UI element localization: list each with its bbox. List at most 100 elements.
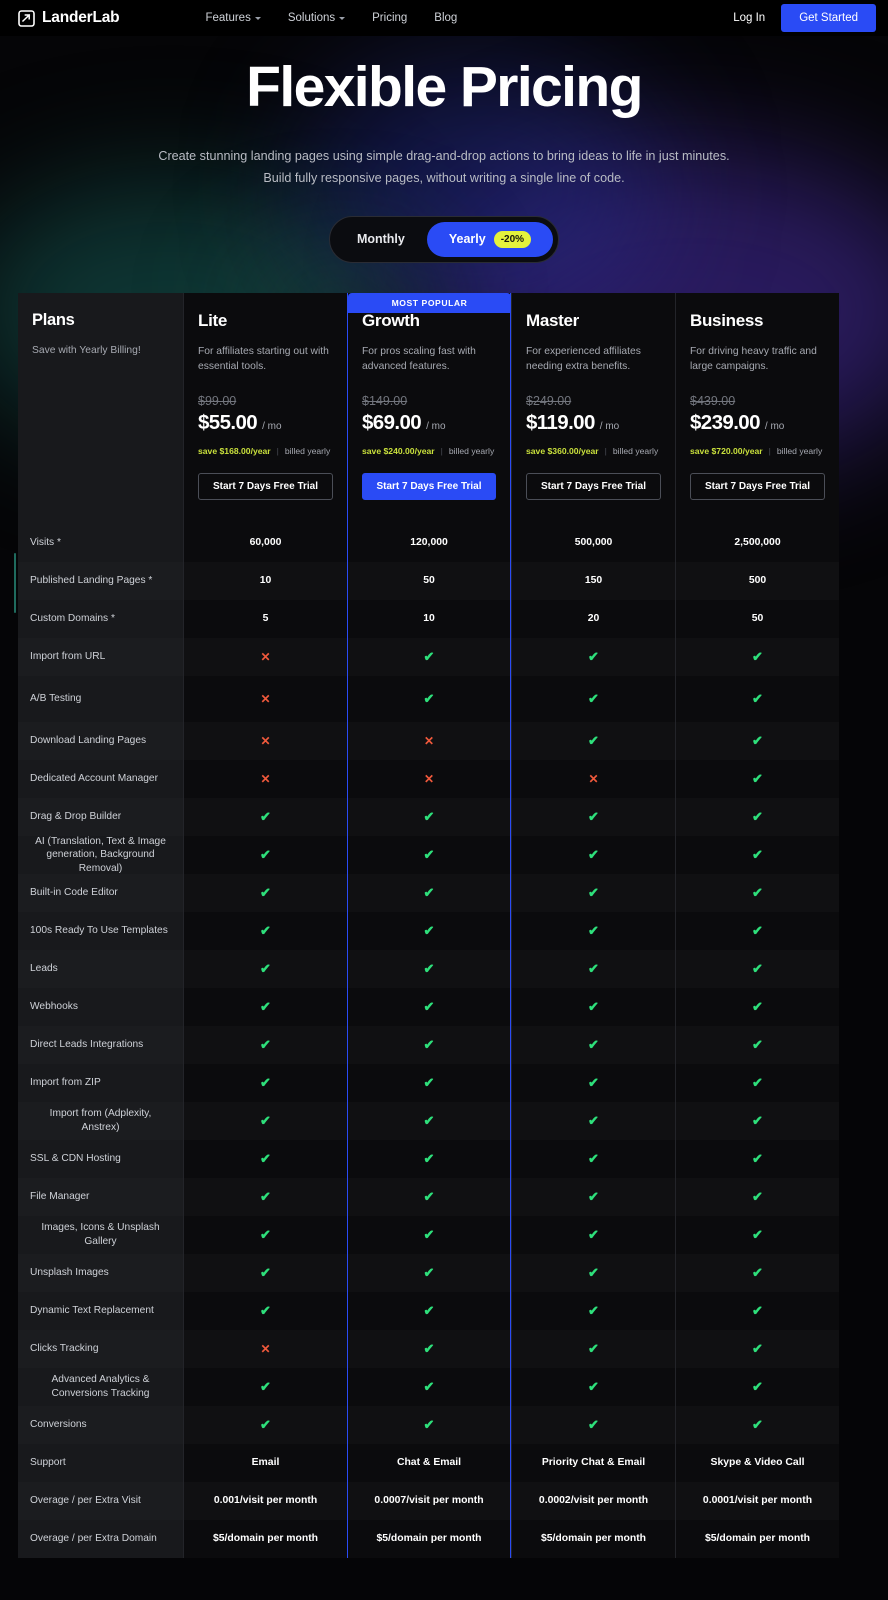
hero-subtitle: Create stunning landing pages using simp… <box>158 148 730 185</box>
nav-item-blog[interactable]: Blog <box>434 12 457 24</box>
feature-available-icon: ✔ <box>676 912 839 950</box>
feature-available-icon: ✔ <box>512 1406 675 1444</box>
toggle-yearly[interactable]: Yearly -20% <box>426 221 554 257</box>
feature-unavailable-icon: ✕ <box>512 760 675 798</box>
feature-available-icon: ✔ <box>348 836 510 874</box>
check-icon: ✔ <box>260 922 271 938</box>
feature-value: Priority Chat & Email <box>541 1457 646 1469</box>
header-actions: Log In Get Started <box>733 4 876 32</box>
feature-available-icon: ✔ <box>348 1026 510 1064</box>
cross-icon: ✕ <box>423 771 435 786</box>
feature-available-icon: ✔ <box>676 1330 839 1368</box>
feature-available-icon: ✔ <box>512 1330 675 1368</box>
check-icon: ✔ <box>752 1074 763 1090</box>
feature-available-icon: ✔ <box>512 722 675 760</box>
get-started-button[interactable]: Get Started <box>781 4 876 32</box>
check-icon: ✔ <box>260 1112 271 1128</box>
feature-available-icon: ✔ <box>676 836 839 874</box>
chevron-down-icon <box>339 16 346 20</box>
feature-unavailable-icon: ✕ <box>348 760 510 798</box>
column-plans: Plans Save with Yearly Billing! Visits * Pu… <box>18 292 183 1558</box>
feature-available-icon: ✔ <box>676 950 839 988</box>
brand-logo[interactable]: LanderLab <box>18 9 120 27</box>
plan-billing-note: billed yearly <box>612 445 659 456</box>
feature-unavailable-icon: ✕ <box>184 760 347 798</box>
feature-available-icon: ✔ <box>184 1140 347 1178</box>
cross-icon: ✕ <box>423 733 435 748</box>
nav-label-features: Features <box>205 12 251 24</box>
check-icon: ✔ <box>423 846 435 862</box>
feature-value: 500 <box>676 562 839 600</box>
plan-description: For driving heavy traffic and large camp… <box>690 345 817 373</box>
feature-available-icon: ✔ <box>512 950 675 988</box>
plan-header-master: Master For experienced affiliates needing… <box>512 293 675 524</box>
feature-available-icon: ✔ <box>348 950 510 988</box>
check-icon: ✔ <box>260 1226 271 1242</box>
plan-price-row: $55.00 / mo <box>198 411 333 435</box>
column-plan-lite: Lite For affiliates starting out with ess… <box>183 292 347 1558</box>
check-icon: ✔ <box>423 1112 435 1128</box>
pricing-table-wrap: MOST POPULAR Plans Save with Yearly Billi… <box>14 292 864 1558</box>
feature-label: Dedicated Account Manager <box>30 773 158 785</box>
cross-icon: ✕ <box>260 1341 271 1356</box>
plan-period: / mo <box>764 420 785 432</box>
feature-value: Email <box>251 1457 280 1469</box>
check-icon: ✔ <box>588 1378 599 1394</box>
check-icon: ✔ <box>588 1340 599 1356</box>
feature-label: AI (Translation, Text & Image generation… <box>35 835 166 874</box>
feature-available-icon: ✔ <box>676 1026 839 1064</box>
nav-item-features[interactable]: Features <box>205 12 261 24</box>
nav-item-pricing[interactable]: Pricing <box>372 12 407 24</box>
feature-label: Import from ZIP <box>30 1077 101 1089</box>
plan-billing-note: billed yearly <box>284 445 331 456</box>
feature-available-icon: ✔ <box>184 1026 347 1064</box>
plan-period: / mo <box>426 420 446 432</box>
plan-price: $69.00 <box>362 410 422 434</box>
check-icon: ✔ <box>423 1302 435 1318</box>
feature-available-icon: ✔ <box>184 1406 347 1444</box>
check-icon: ✔ <box>423 884 435 900</box>
feature-available-icon: ✔ <box>348 1216 510 1254</box>
check-icon: ✔ <box>752 1416 763 1432</box>
check-icon: ✔ <box>588 1112 599 1128</box>
feature-unavailable-icon: ✕ <box>184 638 347 676</box>
feature-available-icon: ✔ <box>676 1178 839 1216</box>
feature-available-icon: ✔ <box>676 874 839 912</box>
feature-value: Skype & Video Call <box>710 1457 805 1469</box>
check-icon: ✔ <box>588 1036 599 1052</box>
feature-value: $5/domain per month <box>376 1533 482 1545</box>
check-icon: ✔ <box>588 690 599 706</box>
feature-value: 60,000 <box>249 537 282 549</box>
check-icon: ✔ <box>588 1264 599 1280</box>
start-trial-button-growth[interactable]: Start 7 Days Free Trial <box>362 472 496 500</box>
plan-price-row: $119.00 / mo <box>526 411 661 435</box>
feature-available-icon: ✔ <box>512 874 675 912</box>
feature-available-icon: ✔ <box>348 1330 510 1368</box>
feature-label: Unsplash Images <box>30 1267 109 1279</box>
feature-available-icon: ✔ <box>676 1064 839 1102</box>
start-trial-button-master[interactable]: Start 7 Days Free Trial <box>526 472 661 500</box>
feature-label: Images, Icons & Unsplash Gallery <box>41 1222 160 1247</box>
check-icon: ✔ <box>260 846 271 862</box>
check-icon: ✔ <box>260 884 271 900</box>
feature-value: 50 <box>348 562 510 600</box>
feature-available-icon: ✔ <box>512 638 675 676</box>
check-icon: ✔ <box>588 732 599 748</box>
check-icon: ✔ <box>260 960 271 976</box>
feature-label: Conversions <box>30 1419 87 1431</box>
toggle-monthly[interactable]: Monthly <box>335 223 427 255</box>
feature-value: 120,000 <box>410 537 448 549</box>
feature-label: Advanced Analytics & Conversions Trackin… <box>51 1374 150 1399</box>
feature-label: Drag & Drop Builder <box>30 811 122 823</box>
feature-label: Custom Domains * <box>30 613 115 625</box>
feature-value: 150 <box>512 562 675 600</box>
start-trial-button-business[interactable]: Start 7 Days Free Trial <box>690 472 825 500</box>
feature-available-icon: ✔ <box>676 638 839 676</box>
start-trial-button-lite[interactable]: Start 7 Days Free Trial <box>198 472 333 500</box>
login-link[interactable]: Log In <box>733 12 765 24</box>
feature-available-icon: ✔ <box>512 1254 675 1292</box>
feature-available-icon: ✔ <box>512 798 675 836</box>
check-icon: ✔ <box>752 732 763 748</box>
plan-savings-row: save $240.00/year | billed yearly <box>362 446 496 456</box>
nav-item-solutions[interactable]: Solutions <box>288 12 346 24</box>
